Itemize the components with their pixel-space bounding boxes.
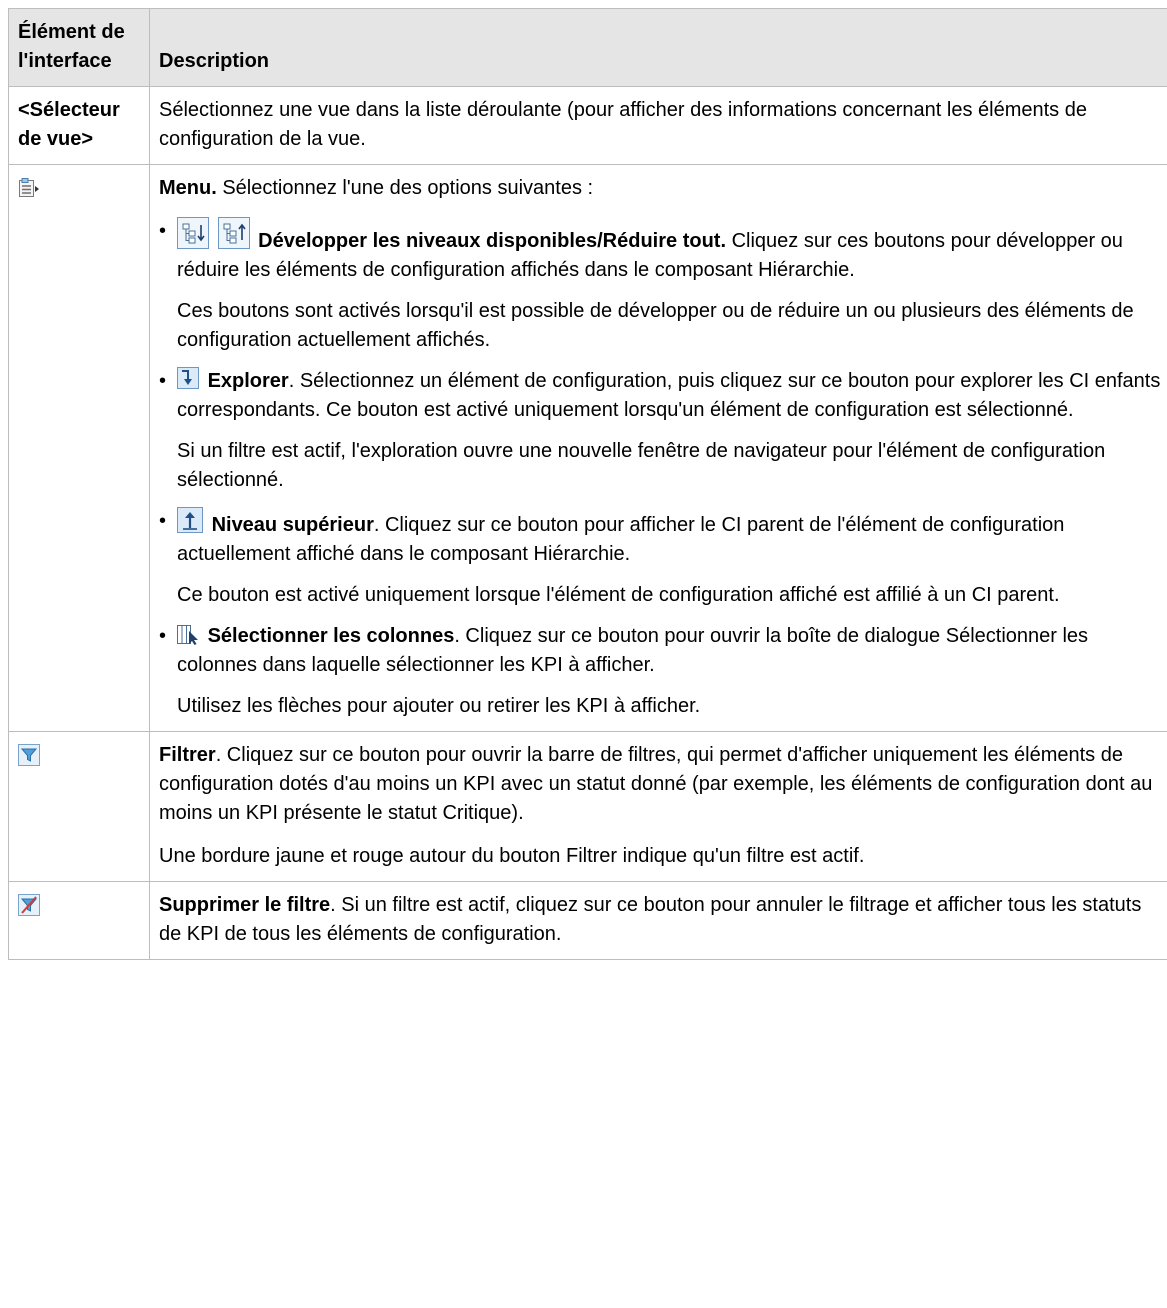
expand-levels-icon [177, 217, 209, 249]
menu-description: Menu. Sélectionnez l'une des options sui… [149, 164, 1167, 732]
clear-filter-icon [18, 894, 40, 916]
filter-description: Filtrer. Cliquez sur ce bouton pour ouvr… [149, 731, 1167, 882]
list-item: • Niveau supérieur. Cliquez sur ce bouto… [159, 507, 1163, 610]
list-item: • Développer les niveaux disponibles/Réd… [159, 217, 1163, 355]
header-ui-element: Élément de l'interface [8, 8, 150, 87]
filter-title: Filtrer [159, 744, 216, 766]
menu-icon-cell [8, 164, 150, 732]
clear-filter-description: Supprimer le filtre. Si un filtre est ac… [149, 881, 1167, 960]
menu-title: Menu. [159, 177, 217, 199]
table-row: Menu. Sélectionnez l'une des options sui… [8, 164, 1167, 732]
table-row: <Sélecteur de vue> Sélectionnez une vue … [8, 86, 1167, 165]
ui-elements-table: Élément de l'interface Description <Séle… [8, 8, 1167, 960]
level-up-icon [177, 507, 203, 533]
expand-collapse-title: Développer les niveaux disponibles/Rédui… [258, 230, 727, 252]
table-row: Filtrer. Cliquez sur ce bouton pour ouvr… [8, 731, 1167, 882]
menu-options-list: • Développer les niveaux disponibles/Réd… [159, 217, 1163, 721]
filter-icon [18, 744, 40, 766]
table-row: Supprimer le filtre. Si un filtre est ac… [8, 881, 1167, 960]
list-item: • Sélectionner les colonnes. Cliquez sur… [159, 622, 1163, 721]
header-description: Description [149, 8, 1167, 87]
explore-icon [177, 367, 199, 389]
filter-icon-cell [8, 731, 150, 882]
menu-intro: Sélectionnez l'une des options suivantes… [216, 177, 594, 199]
menu-icon [18, 177, 40, 199]
table-header-row: Élément de l'interface Description [8, 8, 1167, 87]
view-selector-description: Sélectionnez une vue dans la liste dérou… [149, 86, 1167, 165]
list-item: • Explorer. Sélectionnez un élément de c… [159, 367, 1163, 495]
collapse-all-icon [217, 217, 250, 249]
filter-note: Une bordure jaune et rouge autour du bou… [159, 845, 865, 867]
clear-filter-title: Supprimer le filtre [159, 894, 331, 916]
select-columns-icon [177, 625, 199, 645]
filter-text: . Cliquez sur ce bouton pour ouvrir la b… [159, 744, 1153, 824]
level-up-title: Niveau supérieur [211, 514, 374, 536]
explore-title: Explorer [207, 370, 289, 392]
select-columns-title: Sélectionner les colonnes [207, 625, 455, 647]
clear-filter-icon-cell [8, 881, 150, 960]
expand-collapse-note: Ces boutons sont activés lorsqu'il est p… [177, 300, 1134, 351]
view-selector-label: <Sélecteur de vue> [8, 86, 150, 165]
explore-text: . Sélectionnez un élément de configurati… [177, 370, 1161, 421]
explore-note: Si un filtre est actif, l'exploration ou… [177, 440, 1106, 491]
select-columns-note: Utilisez les flèches pour ajouter ou ret… [177, 695, 701, 717]
level-up-note: Ce bouton est activé uniquement lorsque … [177, 584, 1060, 606]
